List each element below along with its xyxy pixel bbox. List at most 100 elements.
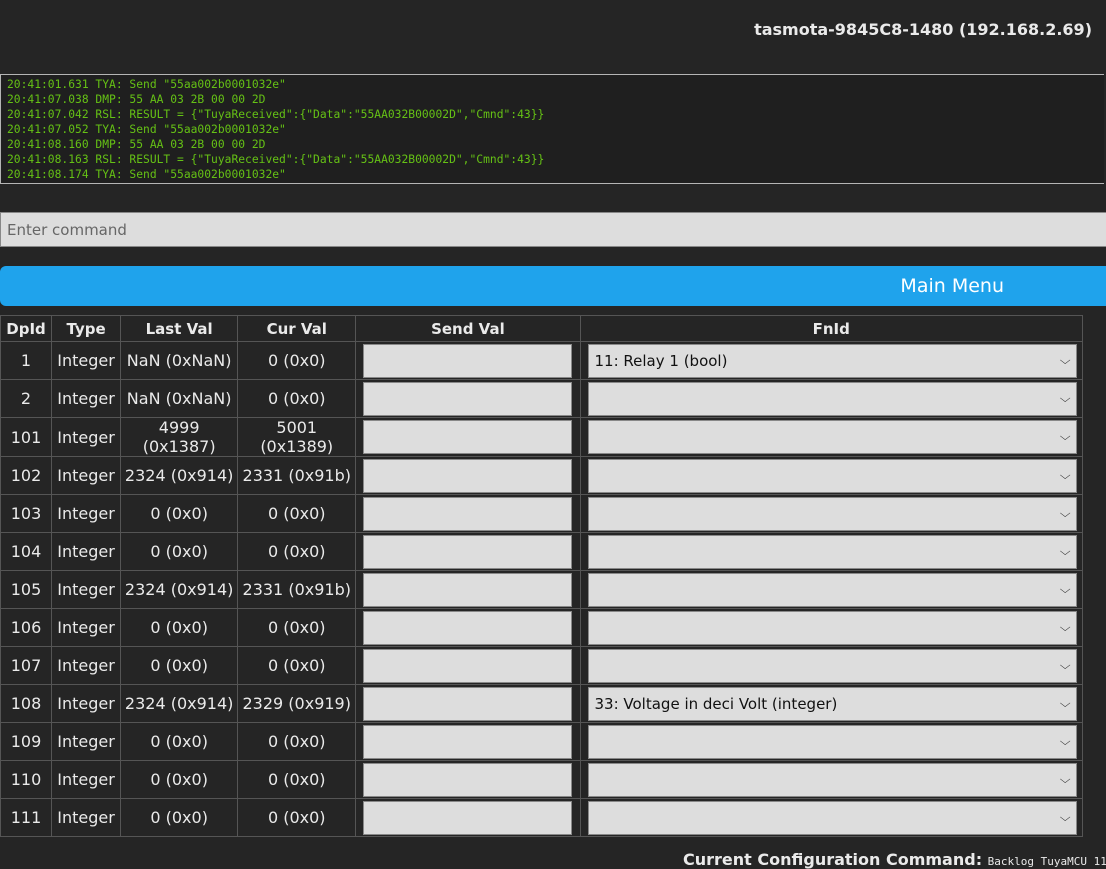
- cur-val-cell: 2331 (0x91b): [237, 570, 357, 609]
- table-row: 109 Integer 0 (0x0) 0 (0x0) ⌵: [0, 722, 1083, 761]
- fnid-select[interactable]: ⌵: [587, 496, 1077, 531]
- type-cell: Integer: [51, 570, 122, 609]
- last-val-cell: 4999 (0x1387): [120, 417, 239, 457]
- cur-val-cell: 0 (0x0): [237, 379, 357, 418]
- send-val-cell: [355, 760, 581, 799]
- fnid-select-value: 11: Relay 1 (bool): [594, 351, 728, 370]
- chevron-down-icon: ⌵: [1059, 810, 1071, 824]
- console-log[interactable]: 20:41:01.631 TYA: Send "55aa002b0001032e…: [0, 74, 1104, 184]
- fnid-select[interactable]: 11: Relay 1 (bool) ⌵: [587, 343, 1077, 378]
- send-val-input[interactable]: [363, 496, 573, 531]
- table-row: 103 Integer 0 (0x0) 0 (0x0) ⌵: [0, 494, 1083, 533]
- table-row: 107 Integer 0 (0x0) 0 (0x0) ⌵: [0, 646, 1083, 685]
- fnid-select[interactable]: ⌵: [587, 458, 1077, 493]
- last-val-cell: 0 (0x0): [120, 722, 239, 761]
- console-line: 20:41:07.042 RSL: RESULT = {"TuyaReceive…: [7, 108, 545, 121]
- cur-val-cell: 5001 (0x1389): [237, 417, 357, 457]
- type-cell: Integer: [51, 456, 122, 495]
- console-line: 20:41:08.160 DMP: 55 AA 03 2B 00 00 2D: [7, 138, 266, 151]
- send-val-input[interactable]: [363, 724, 573, 759]
- fnid-select[interactable]: ⌵: [587, 724, 1077, 759]
- chevron-down-icon: ⌵: [1059, 772, 1071, 786]
- table-body: 1 Integer NaN (0xNaN) 0 (0x0) 11: Relay 1 (b…: [0, 341, 1083, 837]
- type-cell: Integer: [51, 417, 122, 457]
- dpid-cell: 108: [0, 684, 53, 723]
- send-val-cell: [355, 417, 581, 457]
- dpid-cell: 1: [0, 341, 53, 380]
- fnid-cell: ⌵: [579, 456, 1083, 495]
- type-cell: Integer: [51, 722, 122, 761]
- send-val-input[interactable]: [363, 534, 573, 569]
- send-val-cell: [355, 798, 581, 837]
- main-menu-label: Main Menu: [900, 275, 1004, 297]
- dpid-cell: 109: [0, 722, 53, 761]
- last-val-cell: 0 (0x0): [120, 532, 239, 571]
- send-val-input[interactable]: [363, 800, 573, 835]
- header-last-val: Last Val: [120, 315, 239, 342]
- send-val-cell: [355, 570, 581, 609]
- header-fnid: FnId: [579, 315, 1083, 342]
- fnid-select[interactable]: ⌵: [587, 420, 1077, 454]
- type-cell: Integer: [51, 646, 122, 685]
- send-val-input[interactable]: [363, 648, 573, 683]
- fnid-select[interactable]: ⌵: [587, 534, 1077, 569]
- table-row: 106 Integer 0 (0x0) 0 (0x0) ⌵: [0, 608, 1083, 647]
- fnid-select[interactable]: 33: Voltage in deci Volt (integer) ⌵: [587, 686, 1077, 721]
- dpid-cell: 103: [0, 494, 53, 533]
- send-val-input[interactable]: [363, 572, 573, 607]
- cur-val-cell: 0 (0x0): [237, 341, 357, 380]
- fnid-select[interactable]: ⌵: [587, 762, 1077, 797]
- fnid-cell: 33: Voltage in deci Volt (integer) ⌵: [579, 684, 1083, 723]
- fnid-select[interactable]: ⌵: [587, 648, 1077, 683]
- last-val-cell: NaN (0xNaN): [120, 341, 239, 380]
- chevron-down-icon: ⌵: [1059, 468, 1071, 482]
- fnid-cell: ⌵: [579, 417, 1083, 457]
- chevron-down-icon: ⌵: [1059, 544, 1071, 558]
- table-row: 101 Integer 4999 (0x1387) 5001 (0x1389) ⌵: [0, 417, 1083, 457]
- command-input[interactable]: [0, 212, 1106, 247]
- chevron-down-icon: ⌵: [1059, 506, 1071, 520]
- send-val-input[interactable]: [363, 610, 573, 645]
- send-val-cell: [355, 379, 581, 418]
- table-row: 111 Integer 0 (0x0) 0 (0x0) ⌵: [0, 798, 1083, 837]
- cur-val-cell: 0 (0x0): [237, 760, 357, 799]
- cur-val-cell: 2331 (0x91b): [237, 456, 357, 495]
- send-val-cell: [355, 684, 581, 723]
- send-val-input[interactable]: [363, 343, 573, 378]
- cur-val-cell: 2329 (0x919): [237, 684, 357, 723]
- send-val-cell: [355, 494, 581, 533]
- send-val-input[interactable]: [363, 420, 573, 454]
- fnid-select[interactable]: ⌵: [587, 381, 1077, 416]
- header-send-val: Send Val: [355, 315, 581, 342]
- main-menu-button[interactable]: Main Menu: [0, 266, 1106, 306]
- fnid-cell: ⌵: [579, 494, 1083, 533]
- send-val-input[interactable]: [363, 686, 573, 721]
- send-val-cell: [355, 608, 581, 647]
- dpid-cell: 2: [0, 379, 53, 418]
- fnid-select[interactable]: ⌵: [587, 610, 1077, 645]
- last-val-cell: 0 (0x0): [120, 494, 239, 533]
- table-row: 110 Integer 0 (0x0) 0 (0x0) ⌵: [0, 760, 1083, 799]
- cur-val-cell: 0 (0x0): [237, 608, 357, 647]
- dpid-cell: 105: [0, 570, 53, 609]
- send-val-cell: [355, 456, 581, 495]
- fnid-cell: ⌵: [579, 646, 1083, 685]
- console-line: 20:41:07.052 TYA: Send "55aa002b0001032e…: [7, 123, 286, 136]
- fnid-select-value: 33: Voltage in deci Volt (integer): [594, 694, 838, 713]
- chevron-down-icon: ⌵: [1059, 658, 1071, 672]
- send-val-input[interactable]: [363, 458, 573, 493]
- send-val-input[interactable]: [363, 381, 573, 416]
- fnid-select[interactable]: ⌵: [587, 572, 1077, 607]
- header-dpid: DpId: [0, 315, 53, 342]
- last-val-cell: 0 (0x0): [120, 608, 239, 647]
- send-val-input[interactable]: [363, 762, 573, 797]
- last-val-cell: 2324 (0x914): [120, 570, 239, 609]
- fnid-select[interactable]: ⌵: [587, 800, 1077, 835]
- fnid-cell: ⌵: [579, 570, 1083, 609]
- chevron-down-icon: ⌵: [1059, 391, 1071, 405]
- fnid-cell: ⌵: [579, 608, 1083, 647]
- dpid-cell: 102: [0, 456, 53, 495]
- fnid-cell: ⌵: [579, 379, 1083, 418]
- fnid-cell: ⌵: [579, 722, 1083, 761]
- dpid-cell: 101: [0, 417, 53, 457]
